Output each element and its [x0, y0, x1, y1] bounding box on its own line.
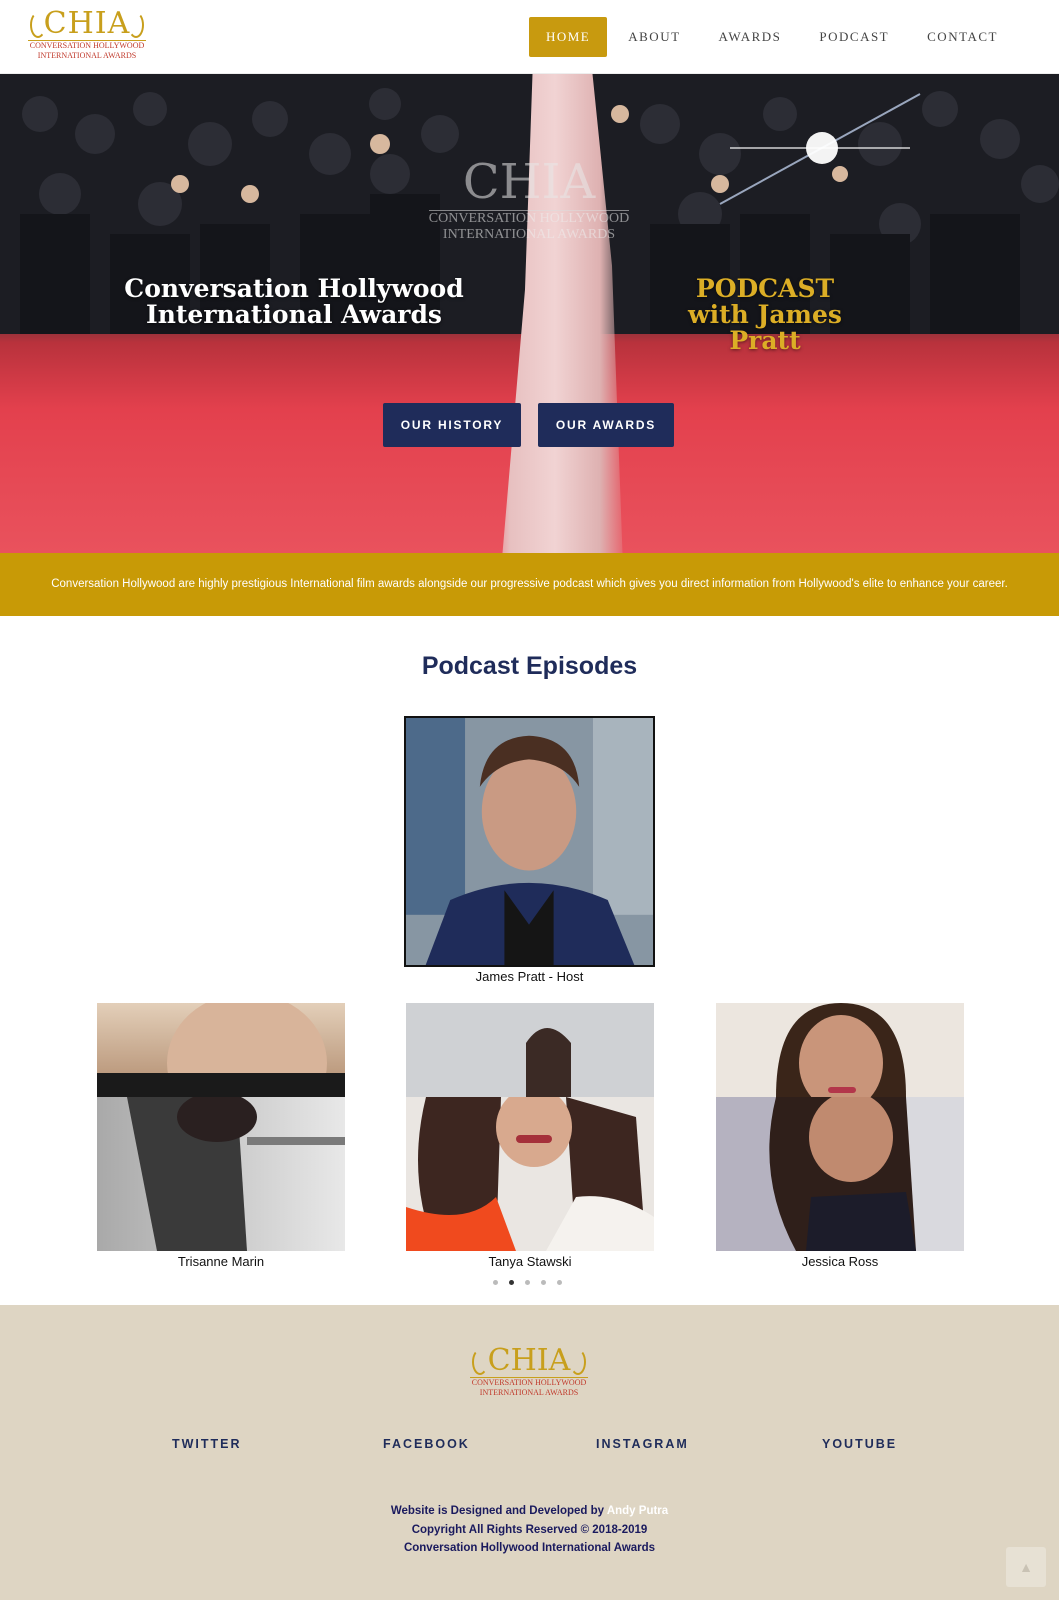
developer-link[interactable]: Andy Putra [607, 1505, 668, 1517]
carousel-dot[interactable] [493, 1280, 498, 1285]
logo-subtitle-2: International Awards [37, 51, 137, 60]
carousel-dots [493, 1280, 562, 1285]
site-footer: CHIA Conversation Hollywood Internationa… [0, 1305, 1059, 1600]
hero-logo-watermark: CHIA Conversation Hollywood Internationa… [423, 154, 635, 254]
laurel-right-icon [128, 12, 144, 38]
camera-flash-glare [719, 93, 921, 205]
credit-line: Website is Designed and Developed by And… [0, 1502, 1059, 1521]
hero-banner: CHIA Conversation Hollywood Internationa… [0, 74, 1059, 553]
episode-1-image-top [97, 1003, 345, 1133]
episode-3-image-top [716, 1003, 964, 1111]
episode-2-image-bottom [406, 1087, 654, 1251]
footer-laurel-right-icon [570, 1349, 586, 1375]
footer-credits: Website is Designed and Developed by And… [0, 1502, 1059, 1558]
instagram-link[interactable]: Instagram [596, 1437, 689, 1451]
twitter-link[interactable]: Twitter [172, 1437, 242, 1451]
intro-text: Conversation Hollywood are highly presti… [51, 578, 1008, 590]
nav-podcast[interactable]: Podcast [802, 17, 906, 57]
copyright-line: Copyright All Rights Reserved © 2018-201… [411, 1523, 648, 1536]
host-photo[interactable] [404, 716, 655, 967]
carousel-dot[interactable] [525, 1280, 530, 1285]
footer-logo[interactable]: CHIA Conversation Hollywood Internationa… [466, 1345, 592, 1403]
nav-home[interactable]: Home [528, 17, 608, 57]
nav-contact[interactable]: Contact [910, 17, 1015, 57]
episode-caption-1: Trisanne Marin [177, 1254, 265, 1269]
hero-logo-line-2: International Awards [442, 227, 616, 242]
host-caption: James Pratt - Host [475, 969, 584, 984]
hero-logo-line-1: Conversation Hollywood [428, 211, 630, 226]
episode-1-portrait-image [127, 1092, 345, 1251]
nav-awards[interactable]: Awards [702, 17, 799, 57]
episode-3-face-image [776, 1003, 906, 1111]
episode-caption-2: Tanya Stawski [488, 1254, 572, 1269]
credit-prefix: Website is Designed and Developed by [390, 1505, 607, 1517]
laurel-left-icon [30, 12, 46, 38]
our-awards-button[interactable]: Our Awards [538, 403, 674, 447]
footer-logo-line-1: Conversation Hollywood [471, 1378, 587, 1387]
org-line: Conversation Hollywood International Awa… [403, 1542, 656, 1554]
logo-subtitle-1: Conversation Hollywood [29, 41, 145, 50]
episode-caption-3: Jessica Ross [801, 1254, 879, 1269]
footer-logo-line-2: International Awards [479, 1388, 579, 1397]
hero-logo-text: CHIA [462, 154, 596, 210]
episode-3-portrait-image [716, 1092, 916, 1251]
episode-2-face-image [526, 1028, 571, 1097]
site-header: CHIA Conversation Hollywood Internationa… [0, 0, 1059, 74]
episode-1-face-image [97, 1003, 345, 1133]
hero-podcast-line-2: with James Pratt [688, 300, 842, 355]
host-portrait-image [406, 718, 653, 965]
episode-card-2[interactable] [406, 1003, 654, 1251]
podcast-section-title: Podcast Episodes [421, 652, 638, 680]
hero-podcast-line-1: PODCAST [695, 274, 835, 303]
footer-laurel-left-icon [472, 1349, 488, 1375]
our-history-button[interactable]: Our History [383, 403, 521, 447]
youtube-link[interactable]: Youtube [822, 1437, 897, 1451]
carousel-dot[interactable] [557, 1280, 562, 1285]
chevron-up-icon: ▲ [1019, 1559, 1033, 1575]
episode-2-portrait-image [406, 1087, 654, 1251]
episode-3-image-bottom [716, 1092, 964, 1251]
episode-card-3[interactable] [716, 1003, 964, 1251]
episode-1-image-bottom [97, 1092, 345, 1251]
episode-2-image-top [406, 1003, 654, 1097]
hero-title: Conversation Hollywood International Awa… [124, 274, 464, 329]
hero-podcast-heading: PODCAST with James Pratt [650, 276, 880, 354]
episode-card-1[interactable] [97, 1003, 345, 1251]
nav-about[interactable]: About [611, 17, 697, 57]
main-nav: Home About Awards Podcast Contact [525, 17, 1015, 57]
intro-band: Conversation Hollywood are highly presti… [0, 553, 1059, 616]
facebook-link[interactable]: Facebook [383, 1437, 470, 1451]
carousel-dot[interactable] [541, 1280, 546, 1285]
carousel-dot-active[interactable] [509, 1280, 514, 1285]
back-to-top-button[interactable]: ▲ [1006, 1547, 1046, 1587]
site-logo[interactable]: CHIA Conversation Hollywood Internationa… [24, 8, 150, 66]
